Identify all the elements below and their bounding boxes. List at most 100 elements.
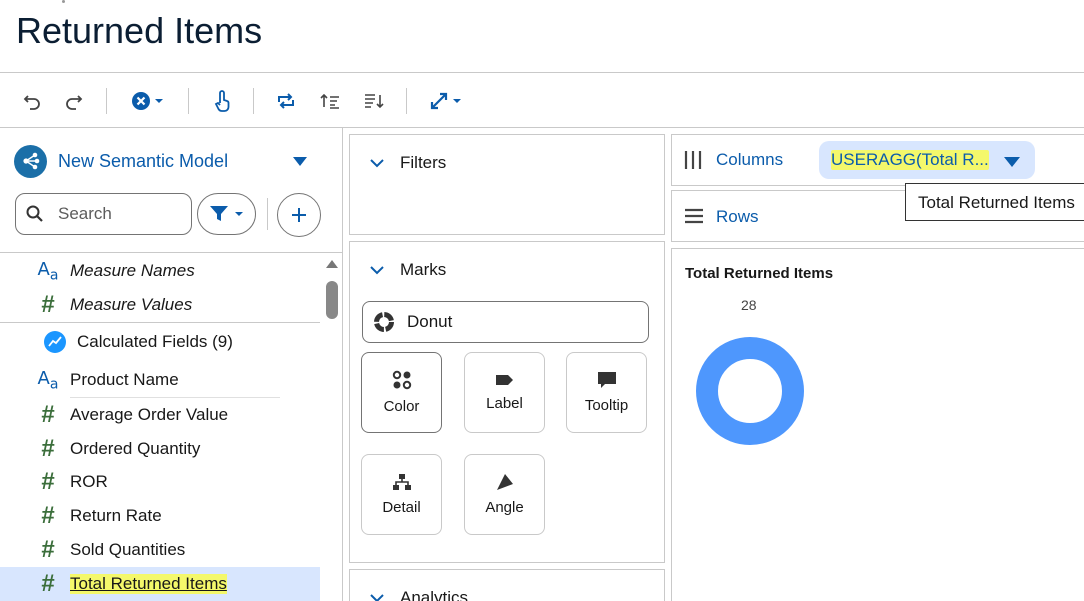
clear-icon — [131, 92, 150, 110]
add-button[interactable] — [277, 193, 321, 237]
color-button[interactable]: Color — [361, 352, 442, 433]
field-label: Calculated Fields (9) — [77, 332, 233, 351]
calculated-fields-folder[interactable]: Calculated Fields (9) — [0, 325, 320, 359]
detail-button[interactable]: Detail — [361, 454, 442, 535]
field-item-measure-names[interactable]: Aa Measure Names — [0, 254, 320, 288]
semantic-model-name: New Semantic Model — [58, 150, 229, 171]
label-icon — [495, 375, 513, 385]
mark-type-select[interactable]: Donut — [362, 301, 649, 343]
columns-shelf[interactable]: Columns USERAGG(Total R... — [671, 134, 1084, 186]
field-label: ROR — [70, 472, 108, 491]
color-icon — [392, 370, 411, 390]
sort-ascending-icon — [320, 93, 339, 109]
rows-label: Rows — [716, 207, 759, 226]
filter-button[interactable] — [197, 193, 256, 235]
angle-icon — [496, 474, 513, 490]
breadcrumb — [62, 0, 65, 3]
chevron-down-icon[interactable] — [292, 156, 308, 168]
visualization-canvas: Total Returned Items 28 — [671, 248, 1084, 601]
number-field-icon: # — [41, 468, 55, 495]
detail-label: Detail — [382, 499, 421, 516]
tooltip-button[interactable]: Tooltip — [566, 352, 647, 433]
field-item-ordered-quantity[interactable]: # Ordered Quantity — [0, 432, 320, 466]
columns-pill-label: USERAGG(Total R... — [831, 150, 989, 170]
sort-descending-button[interactable] — [362, 88, 386, 114]
label-button[interactable]: Label — [464, 352, 545, 433]
field-list-scrollbar[interactable] — [322, 254, 342, 601]
filter-icon — [210, 206, 228, 221]
filters-header[interactable]: Filters — [370, 153, 446, 173]
rows-icon — [685, 208, 703, 224]
field-item-measure-values[interactable]: # Measure Values — [0, 288, 320, 322]
analytics-label: Analytics — [400, 588, 469, 601]
columns-icon — [684, 151, 702, 169]
donut-icon — [374, 312, 394, 332]
number-field-icon: # — [41, 536, 55, 563]
chevron-down-icon — [452, 99, 461, 103]
field-label: Return Rate — [70, 506, 162, 525]
columns-field-pill[interactable]: USERAGG(Total R... — [819, 141, 1035, 179]
sort-ascending-button[interactable] — [318, 88, 342, 114]
toolbar-divider — [253, 88, 254, 114]
field-item-sold-quantities[interactable]: # Sold Quantities — [0, 533, 320, 567]
touch-button[interactable] — [210, 88, 234, 114]
field-item-product-name[interactable]: Aa Product Name — [0, 363, 320, 397]
scroll-thumb[interactable] — [326, 281, 338, 319]
toolbar — [0, 74, 1084, 128]
field-item-ror[interactable]: # ROR — [0, 465, 320, 499]
field-item-return-rate[interactable]: # Return Rate — [0, 499, 320, 533]
angle-button[interactable]: Angle — [464, 454, 545, 535]
text-field-icon: Aa — [37, 258, 59, 284]
undo-icon — [23, 95, 40, 110]
donut-chart[interactable] — [695, 336, 805, 446]
swap-icon — [278, 93, 294, 109]
field-label: Product Name — [70, 370, 179, 389]
semantic-model-icon — [14, 144, 47, 178]
marks-header[interactable]: Marks — [370, 260, 446, 280]
field-item-total-returned-items[interactable]: # Total Returned Items — [0, 567, 320, 601]
sort-descending-icon — [365, 94, 384, 109]
plus-icon — [292, 208, 306, 222]
field-label: Average Order Value — [70, 405, 229, 424]
marks-card: Marks Donut Color Label Tooltip Detail A… — [349, 241, 665, 563]
data-panel: New Semantic Model Search Aa Measure Nam… — [0, 128, 343, 601]
field-label: Ordered Quantity — [70, 439, 201, 458]
analytics-header[interactable]: Analytics — [370, 588, 468, 601]
divider — [0, 252, 343, 253]
field-label: Measure Values — [70, 295, 193, 314]
semantic-model-selector[interactable]: New Semantic Model — [14, 144, 314, 178]
number-field-icon: # — [41, 502, 55, 529]
clear-button[interactable] — [128, 88, 166, 114]
viz-title: Total Returned Items — [685, 265, 834, 282]
field-label: Measure Names — [70, 261, 195, 280]
tooltip-label: Tooltip — [584, 397, 629, 414]
divider — [267, 198, 268, 230]
viz-value-label: 28 — [741, 297, 757, 313]
tooltip-icon — [597, 372, 616, 388]
columns-label: Columns — [716, 150, 784, 169]
color-label: Color — [383, 398, 420, 415]
swap-button[interactable] — [274, 88, 298, 114]
chevron-down-icon — [370, 159, 384, 168]
toolbar-divider — [106, 88, 107, 114]
fit-button[interactable] — [426, 88, 464, 114]
search-placeholder: Search — [58, 204, 112, 223]
redo-button[interactable] — [62, 88, 86, 114]
scroll-up-icon[interactable] — [326, 260, 338, 268]
chevron-down-icon — [154, 99, 163, 103]
expand-icon — [430, 92, 447, 110]
mark-type-value: Donut — [407, 312, 453, 331]
detail-icon — [392, 474, 411, 490]
label-label: Label — [486, 395, 523, 412]
donut-slice[interactable] — [696, 337, 804, 445]
field-label: Sold Quantities — [70, 540, 186, 559]
field-item-average-order-value[interactable]: # Average Order Value — [0, 398, 320, 432]
calculated-field-icon — [44, 331, 66, 353]
search-icon — [26, 205, 43, 222]
page-title: Returned Items — [16, 10, 263, 51]
search-input[interactable]: Search — [15, 193, 192, 235]
undo-button[interactable] — [20, 88, 44, 114]
chevron-down-icon[interactable] — [1004, 157, 1020, 167]
title-bar: Returned Items — [0, 0, 1084, 73]
divider — [0, 322, 320, 323]
